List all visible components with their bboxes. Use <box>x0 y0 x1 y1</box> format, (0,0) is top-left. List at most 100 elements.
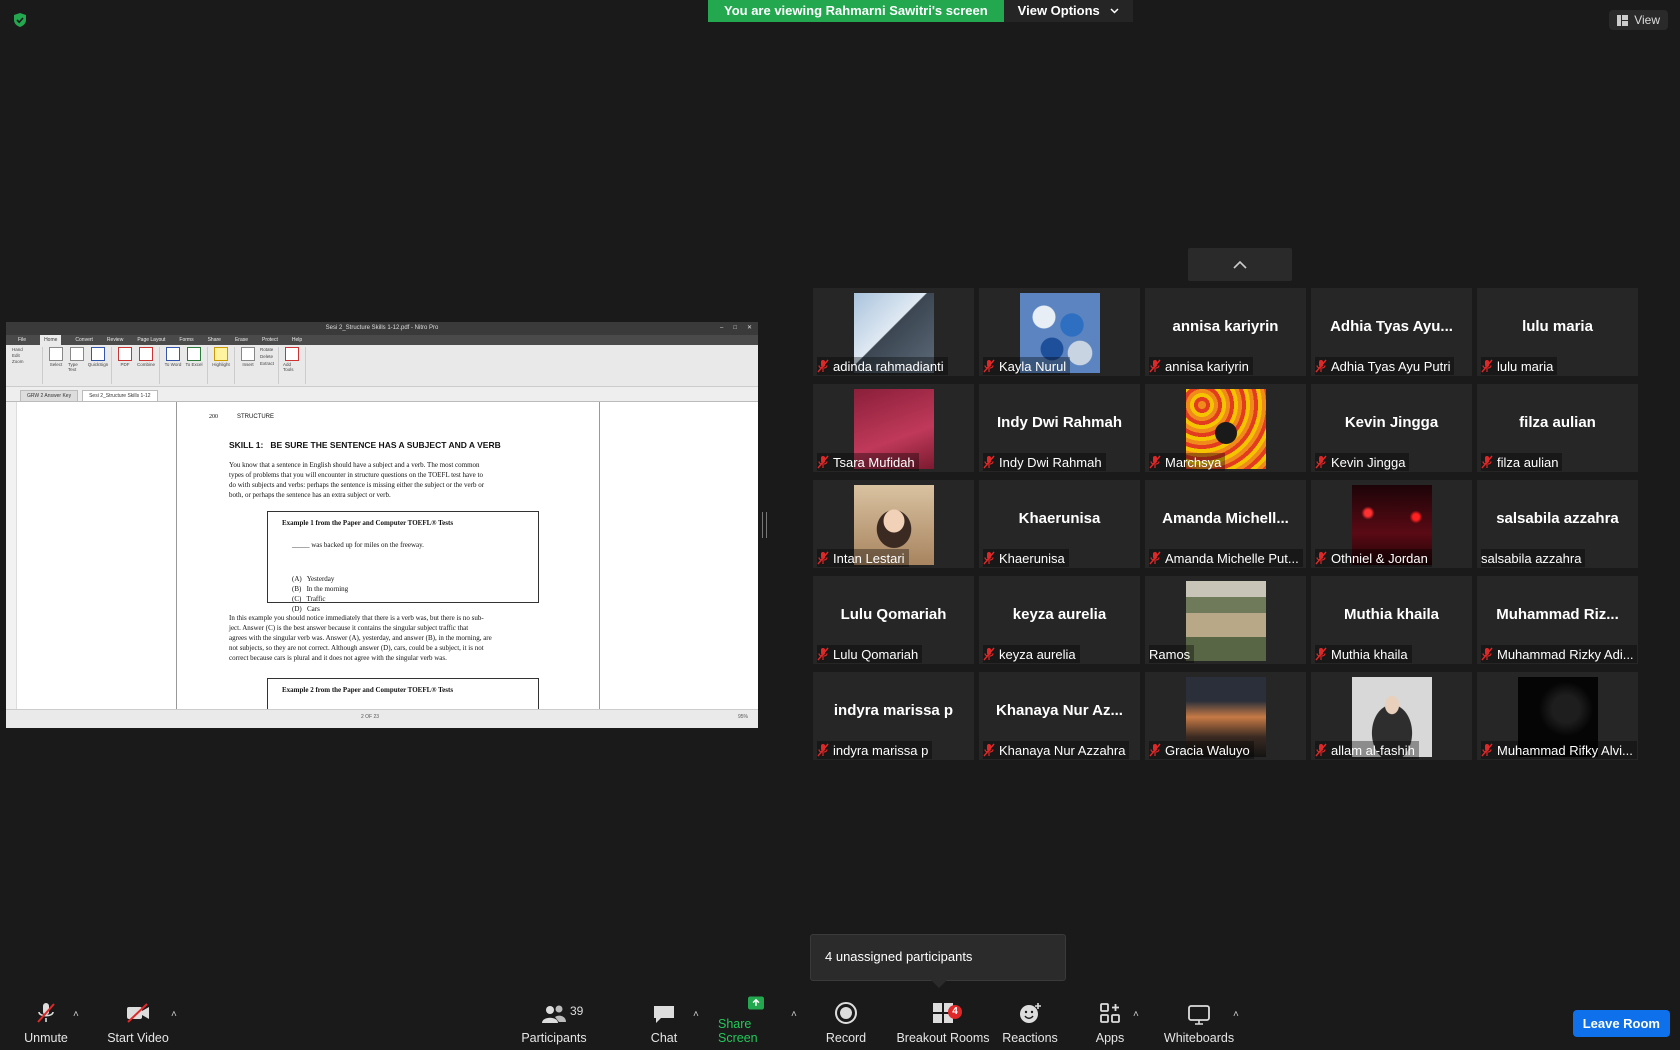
participant-name-label: Lulu Qomariah <box>833 646 919 662</box>
participant-tile[interactable]: Intan Lestari <box>813 480 974 568</box>
reactions-button[interactable]: Reactions <box>1000 995 1060 1050</box>
participant-tile[interactable]: indyra marissa p indyra marissa p <box>813 672 974 760</box>
participant-tile[interactable]: Ramos <box>1145 576 1306 664</box>
meeting-toolbar: Unmute ˄ Start Video ˄ Participants 39 C… <box>0 995 1680 1050</box>
participant-name-label: Khaerunisa <box>999 550 1065 566</box>
participant-name-label: adinda rahmadianti <box>833 358 944 374</box>
example-1-box: Example 1 from the Paper and Computer TO… <box>267 511 539 613</box>
audio-options-caret[interactable]: ˄ <box>73 1009 79 1020</box>
participant-caption: lulu maria <box>1481 357 1558 375</box>
microphone-muted-icon <box>817 647 829 661</box>
participant-name-label: indyra marissa p <box>833 742 929 758</box>
participant-tile[interactable]: Kayla Nurul <box>979 288 1140 376</box>
participant-display-name: Khaerunisa <box>1018 510 1101 527</box>
participant-tile[interactable]: allam al-fashih <box>1311 672 1472 760</box>
participant-name-label: Othniel & Jordan <box>1331 550 1428 566</box>
menu-protect: Protect <box>262 337 278 343</box>
chat-options-caret[interactable]: ˄ <box>693 1009 699 1020</box>
participant-caption: Kevin Jingga <box>1315 453 1410 471</box>
participant-caption: Khanaya Nur Azzahra <box>983 741 1130 759</box>
whiteboards-button[interactable]: Whiteboards <box>1162 995 1236 1050</box>
participant-tile[interactable]: Adhia Tyas Ayu... Adhia Tyas Ayu Putri <box>1311 288 1472 376</box>
participant-tile[interactable]: adinda rahmadianti <box>813 288 974 376</box>
breakout-rooms-button[interactable]: Breakout Rooms <box>894 995 992 1050</box>
chat-icon <box>654 1006 674 1023</box>
record-button[interactable]: Record <box>822 995 870 1050</box>
participant-caption: Amanda Michelle Put... <box>1149 549 1303 567</box>
participant-caption: Lulu Qomariah <box>817 645 923 663</box>
participant-tile[interactable]: salsabila azzahra salsabila azzahra <box>1477 480 1638 568</box>
participant-tile[interactable]: Lulu Qomariah Lulu Qomariah <box>813 576 974 664</box>
participant-display-name: keyza aurelia <box>1012 606 1107 623</box>
participant-tile[interactable]: Muhammad Rifky Alvi... <box>1477 672 1638 760</box>
microphone-muted-icon <box>1481 359 1493 373</box>
participant-caption: Othniel & Jordan <box>1315 549 1432 567</box>
gallery-page-up-button[interactable] <box>1188 248 1292 281</box>
apps-icon <box>1100 1003 1120 1023</box>
participant-caption: Kayla Nurul <box>983 357 1071 375</box>
participant-tile[interactable]: Khaerunisa Khaerunisa <box>979 480 1140 568</box>
ribbon-to-word: To Word <box>164 347 182 384</box>
microphone-muted-icon <box>1315 647 1327 661</box>
participant-name-label: Intan Lestari <box>833 550 905 566</box>
participant-caption: Gracia Waluyo <box>1149 741 1254 759</box>
security-shield-icon[interactable] <box>12 12 28 28</box>
participant-display-name: indyra marissa p <box>833 702 954 719</box>
unmute-label: Unmute <box>24 1031 68 1045</box>
reactions-smiley-icon <box>1020 1003 1041 1023</box>
participant-tile[interactable]: Marchsya <box>1145 384 1306 472</box>
status-page: 2 OF 23 <box>361 714 380 720</box>
unmute-button[interactable]: Unmute <box>16 995 76 1050</box>
participant-tile[interactable]: Muthia khaila Muthia khaila <box>1311 576 1472 664</box>
participant-tile[interactable]: Muhammad Riz... Muhammad Rizky Adi... <box>1477 576 1638 664</box>
share-options-caret[interactable]: ˄ <box>791 1009 797 1020</box>
ribbon-combine: Combine <box>137 347 155 384</box>
apps-button[interactable]: Apps <box>1090 995 1130 1050</box>
chat-button[interactable]: Chat <box>644 995 684 1050</box>
participant-tile[interactable]: Gracia Waluyo <box>1145 672 1306 760</box>
participant-tile[interactable]: annisa kariyrin annisa kariyrin <box>1145 288 1306 376</box>
chat-label: Chat <box>650 1031 678 1045</box>
ribbon-hand: Hand <box>12 347 23 352</box>
ribbon-highlight: Highlight <box>212 347 230 384</box>
participant-tile[interactable]: filza aulian filza aulian <box>1477 384 1638 472</box>
microphone-muted-icon <box>1149 551 1161 565</box>
participant-tile[interactable]: Khanaya Nur Az... Khanaya Nur Azzahra <box>979 672 1140 760</box>
reactions-label: Reactions <box>1002 1031 1058 1045</box>
menu-convert: Convert <box>75 337 93 343</box>
microphone-muted-icon <box>983 551 995 565</box>
split-resize-handle[interactable] <box>762 512 767 538</box>
ribbon-rotate: Rotate <box>260 347 274 352</box>
participant-name-label: keyza aurelia <box>999 646 1076 662</box>
view-layout-button[interactable]: View <box>1609 10 1668 30</box>
leave-room-button[interactable]: Leave Room <box>1572 1010 1670 1037</box>
participant-tile[interactable]: Kevin Jingga Kevin Jingga <box>1311 384 1472 472</box>
participant-caption: Indy Dwi Rahmah <box>983 453 1106 471</box>
participant-tile[interactable]: Indy Dwi Rahmah Indy Dwi Rahmah <box>979 384 1140 472</box>
participant-caption: salsabila azzahra <box>1481 549 1586 567</box>
view-options-button[interactable]: View Options <box>1003 0 1133 22</box>
participant-name-label: annisa kariyrin <box>1165 358 1249 374</box>
participant-name-label: Kevin Jingga <box>1331 454 1406 470</box>
ribbon-edit: Edit <box>12 353 20 358</box>
participant-tile[interactable]: Tsara Mufidah <box>813 384 974 472</box>
start-video-button[interactable]: Start Video <box>104 995 172 1050</box>
doc-tab-answer-key: GRW 2 Answer Key <box>20 390 79 401</box>
microphone-muted-icon <box>983 743 995 757</box>
participant-caption: Muhammad Rizky Adi... <box>1481 645 1637 663</box>
participant-caption: allam al-fashih <box>1315 741 1419 759</box>
video-options-caret[interactable]: ˄ <box>171 1009 177 1020</box>
menu-help: Help <box>291 337 303 343</box>
participant-tile[interactable]: keyza aurelia keyza aurelia <box>979 576 1140 664</box>
participant-name-label: Muhammad Rizky Adi... <box>1497 646 1634 662</box>
participant-tile[interactable]: Amanda Michell... Amanda Michelle Put... <box>1145 480 1306 568</box>
participant-name-label: Muhammad Rifky Alvi... <box>1497 742 1633 758</box>
shared-screen: Sesi 2_Structure Skills 1-12.pdf - Nitro… <box>6 322 758 728</box>
microphone-muted-icon <box>1315 359 1327 373</box>
participant-tile[interactable]: lulu maria lulu maria <box>1477 288 1638 376</box>
participant-tile[interactable]: Othniel & Jordan <box>1311 480 1472 568</box>
whiteboards-options-caret[interactable]: ˄ <box>1233 1009 1239 1020</box>
apps-options-caret[interactable]: ˄ <box>1133 1009 1139 1020</box>
share-screen-button[interactable]: Share Screen <box>718 995 794 1050</box>
microphone-muted-icon <box>817 455 829 469</box>
